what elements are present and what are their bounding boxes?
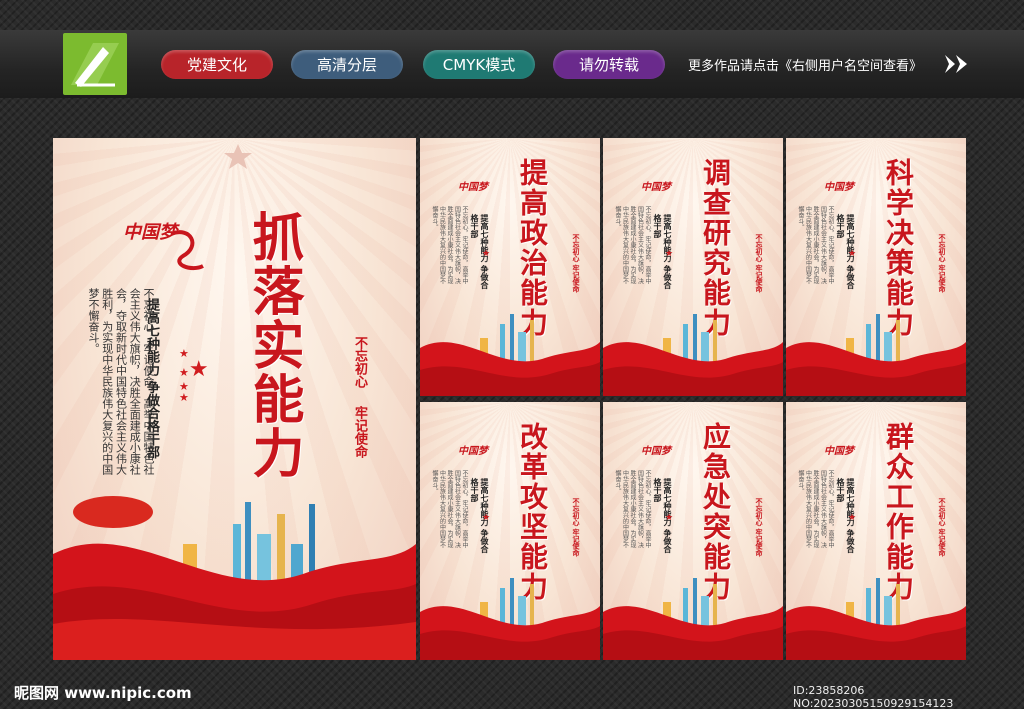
small-slogan: 不忘初心 牢记使命	[755, 234, 764, 293]
small-title: 改革攻坚能力	[516, 422, 549, 602]
small-title: 提高政治能力	[516, 158, 549, 338]
star-icon: ★	[848, 249, 857, 259]
main-body-text: 不忘初心，牢记使命，高举中国特色社会主义伟大旗帜，决胜全面建成小康社会，夺取新时…	[87, 288, 155, 475]
main-title: 抓落实能力	[243, 210, 304, 480]
small-title: 应急处突能力	[699, 422, 732, 602]
red-flag-skyline	[53, 496, 416, 660]
star-icon	[224, 144, 252, 169]
small-body-text: 不忘初心，牢记使命，高举中国特色社会主义伟大旗帜，决胜全面建成小康社会，为实现中…	[614, 470, 651, 548]
small-body-text: 不忘初心，牢记使命，高举中国特色社会主义伟大旗帜，决胜全面建成小康社会，为实现中…	[797, 470, 834, 548]
red-flag-skyline	[603, 314, 783, 396]
china-dream-mark: 中国梦	[641, 182, 671, 193]
ribbon-icon	[170, 230, 204, 271]
slogan-a: 不忘初心	[352, 336, 367, 388]
star-icon: ★ ★	[179, 347, 189, 379]
small-poster: 中国梦 提高七种能力 争做合格干部 不忘初心，牢记使命，高举中国特色社会主义伟大…	[603, 138, 783, 396]
double-arrow-icon[interactable]	[943, 53, 971, 75]
tag-party-culture[interactable]: 党建文化	[161, 50, 273, 79]
china-dream-mark: 中国梦	[824, 446, 854, 457]
china-dream-mark: 中国梦	[824, 182, 854, 193]
china-dream-mark: 中国梦	[641, 446, 671, 457]
star-icon: ★	[848, 513, 857, 523]
site-logo[interactable]	[63, 33, 127, 95]
small-poster: 中国梦 提高七种能力 争做合格干部 不忘初心，牢记使命，高举中国特色社会主义伟大…	[420, 402, 600, 660]
stars-decoration: ★ ★★ ★ ★	[179, 347, 209, 404]
small-title: 科学决策能力	[882, 158, 915, 338]
small-poster: 中国梦 提高七种能力 争做合格干部 不忘初心，牢记使命，高举中国特色社会主义伟大…	[420, 138, 600, 396]
star-icon: ★	[665, 249, 674, 259]
small-slogan: 不忘初心 牢记使命	[572, 498, 581, 557]
main-poster: 中国梦 抓落实能力 不忘初心 牢记使命 提高七种能力 争做合格干部 不忘初心，牢…	[53, 138, 416, 660]
tag-cmyk[interactable]: CMYK模式	[423, 50, 535, 79]
red-flag-skyline	[420, 314, 600, 396]
small-slogan: 不忘初心 牢记使命	[572, 234, 581, 293]
small-body-text: 不忘初心，牢记使命，高举中国特色社会主义伟大旗帜，决胜全面建成小康社会，为实现中…	[431, 470, 468, 548]
small-body-text: 不忘初心，牢记使命，高举中国特色社会主义伟大旗帜，决胜全面建成小康社会，为实现中…	[614, 206, 651, 284]
star-icon: ★	[482, 513, 491, 523]
star-icon: ★ ★	[179, 380, 189, 404]
small-poster: 中国梦 提高七种能力 争做合格干部 不忘初心，牢记使命，高举中国特色社会主义伟大…	[786, 402, 966, 660]
china-dream-mark: 中国梦	[458, 182, 488, 193]
small-poster: 中国梦 提高七种能力 争做合格干部 不忘初心，牢记使命，高举中国特色社会主义伟大…	[603, 402, 783, 660]
footer-site[interactable]: 昵图网 www.nipic.com	[14, 682, 192, 703]
small-slogan: 不忘初心 牢记使命	[755, 498, 764, 557]
pen-nib-icon	[71, 43, 119, 87]
small-body-text: 不忘初心，牢记使命，高举中国特色社会主义伟大旗帜，决胜全面建成小康社会，为实现中…	[797, 206, 834, 284]
tag-no-repost[interactable]: 请勿转载	[553, 50, 665, 79]
star-icon: ★	[188, 357, 209, 382]
star-icon: ★	[665, 513, 674, 523]
china-dream-mark: 中国梦	[458, 446, 488, 457]
small-slogan: 不忘初心 牢记使命	[938, 234, 947, 293]
more-works-link[interactable]: 更多作品请点击《右侧用户名空间查看》	[688, 55, 922, 74]
red-flag-skyline	[420, 578, 600, 660]
small-poster: 中国梦 提高七种能力 争做合格干部 不忘初心，牢记使命，高举中国特色社会主义伟大…	[786, 138, 966, 396]
red-flag-skyline	[786, 314, 966, 396]
tag-hd-layers[interactable]: 高清分层	[291, 50, 403, 79]
small-body-text: 不忘初心，牢记使命，高举中国特色社会主义伟大旗帜，决胜全面建成小康社会，为实现中…	[431, 206, 468, 284]
red-flag-skyline	[786, 578, 966, 660]
small-slogan: 不忘初心 牢记使命	[938, 498, 947, 557]
small-title: 群众工作能力	[882, 422, 915, 602]
star-icon: ★	[482, 249, 491, 259]
small-title: 调查研究能力	[699, 158, 732, 338]
red-flag-skyline	[603, 578, 783, 660]
footer-id: ID:23858206 NO:20230305150929154123	[793, 684, 954, 709]
slogan-b: 牢记使命	[352, 406, 367, 458]
